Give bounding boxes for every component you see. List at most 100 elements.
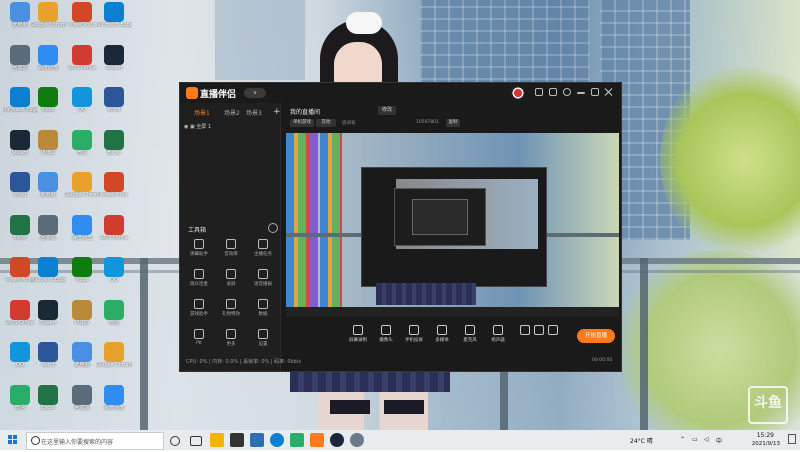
scene-source-row[interactable]: ◉ ▣ 全屏 1 <box>184 123 276 133</box>
source-tool-button[interactable]: 麦克风 <box>456 325 484 343</box>
tool-item[interactable]: PK <box>184 329 214 355</box>
eye-icon[interactable] <box>534 325 544 337</box>
settings-icon[interactable] <box>549 88 557 96</box>
desktop-icon[interactable]: Google Chrome <box>64 172 100 212</box>
weather-text[interactable]: 24°C 晴 <box>630 436 653 445</box>
desktop-icon[interactable]: PUBG <box>64 299 100 340</box>
ime-icon[interactable]: 中 <box>716 436 722 445</box>
desktop-icon[interactable]: QQ <box>64 87 100 127</box>
eye-icon <box>534 325 544 335</box>
edit-title-button[interactable]: 修改 <box>378 106 396 115</box>
version-badge[interactable]: v <box>244 88 266 98</box>
steam-icon[interactable] <box>330 433 344 447</box>
desktop-icon[interactable]: 此电脑 <box>64 342 100 382</box>
start-live-button[interactable]: 开始直播 <box>577 329 615 343</box>
message-icon[interactable] <box>535 88 543 96</box>
desktop-icon[interactable]: Excel <box>96 129 132 170</box>
tool-item[interactable]: 数据 <box>248 299 278 325</box>
minimize-icon[interactable] <box>577 92 585 94</box>
tray-chevron-icon[interactable]: ⌃ <box>680 436 685 443</box>
tab-scene-3[interactable]: 场景3 <box>246 108 262 117</box>
desktop-icon[interactable]: 微信 <box>64 129 100 170</box>
titlebar[interactable]: 直播伴侣 v <box>180 83 621 103</box>
stream-preview[interactable] <box>286 133 619 317</box>
tool-item[interactable]: 主播任务 <box>248 239 278 265</box>
add-scene-button[interactable]: + <box>273 107 281 117</box>
eye-icon[interactable]: ◉ <box>184 124 188 130</box>
desktop-icon[interactable]: Word <box>30 342 66 382</box>
desktop-icon[interactable]: PUBG <box>30 129 66 170</box>
clock-time[interactable]: 15:29 <box>757 432 774 439</box>
tool-item[interactable]: 观众连麦 <box>184 269 214 295</box>
close-icon[interactable] <box>605 88 613 96</box>
desktop-icon[interactable]: Microsoft Edge <box>96 2 132 42</box>
stream-title[interactable]: 我的直播间 <box>290 107 320 116</box>
desktop-icon[interactable]: Steam <box>96 44 132 85</box>
help-icon[interactable] <box>563 88 571 96</box>
task-view-icon[interactable] <box>190 436 202 446</box>
user-avatar[interactable] <box>511 86 525 100</box>
tab-scene-1[interactable]: 场景1 <box>194 108 210 117</box>
desktop-icon[interactable]: WPS Office <box>96 214 132 255</box>
tool-item[interactable]: 游戏助手 <box>184 299 214 325</box>
clock-date[interactable]: 2021/9/13 <box>752 441 780 447</box>
tool-item[interactable]: 弹幕助手 <box>184 239 214 265</box>
start-button[interactable] <box>0 430 26 450</box>
desktop-icon[interactable]: Microsoft Edge <box>30 257 66 297</box>
network-icon[interactable]: ▭ <box>692 436 698 443</box>
maximize-icon[interactable] <box>591 88 599 96</box>
app-icon[interactable] <box>350 433 364 447</box>
desktop-icon-label: 百度网盘 <box>71 234 92 241</box>
edge-icon[interactable] <box>270 433 284 447</box>
lock-icon[interactable]: ▣ <box>190 124 195 130</box>
desktop-icon[interactable]: PowerPoint <box>96 172 132 212</box>
source-tool-button[interactable]: 摄像头 <box>372 325 400 343</box>
desktop-icon[interactable]: 微信 <box>96 299 132 340</box>
tool-item[interactable]: 更多 <box>216 329 246 355</box>
tool-item[interactable]: 设置 <box>248 329 278 355</box>
desktop-icon[interactable]: Steam <box>30 299 66 340</box>
copy-room-id-button[interactable]: 复制 <box>446 119 460 127</box>
tool-item[interactable]: 语音播报 <box>248 269 278 295</box>
source-tool-button[interactable]: 多媒体 <box>428 325 456 343</box>
desktop-icon[interactable]: 百度网盘 <box>96 384 132 425</box>
tool-item[interactable]: 礼物特效 <box>216 299 246 325</box>
cortana-icon[interactable] <box>170 436 180 446</box>
desktop-icon[interactable]: 回收站 <box>30 214 66 255</box>
volume-icon[interactable]: ◁ <box>704 436 709 443</box>
live-app-icon[interactable] <box>310 433 324 447</box>
desktop-icon-label: WPS Office <box>68 64 96 71</box>
store-icon[interactable] <box>230 433 244 447</box>
desktop-icon[interactable]: Xbox <box>30 87 66 127</box>
source-tool-button[interactable]: 扬声器 <box>484 325 512 343</box>
tool-item[interactable]: 音效库 <box>216 239 246 265</box>
tab-scene-2[interactable]: 场景2 <box>224 108 240 117</box>
tool-item[interactable]: 录屏 <box>216 269 246 295</box>
desktop-icon[interactable]: 百度网盘 <box>30 44 66 85</box>
taskbar-search-box[interactable]: 在这里输入你要搜索的内容 <box>26 432 164 450</box>
desktop-icon[interactable]: 百度网盘 <box>64 214 100 255</box>
desktop-icon[interactable]: Xbox <box>64 257 100 297</box>
desktop-icon[interactable]: Excel <box>30 384 66 425</box>
file-explorer-icon[interactable] <box>210 433 224 447</box>
mail-icon[interactable] <box>250 433 264 447</box>
toolbox-settings-icon[interactable] <box>268 223 278 233</box>
source-tool-button[interactable]: 屏幕录制 <box>344 325 372 343</box>
desktop-icon[interactable]: Google Chrome <box>96 342 132 382</box>
desktop-icon[interactable]: 此电脑 <box>30 172 66 212</box>
settings-icon[interactable] <box>548 325 558 337</box>
video-icon[interactable] <box>520 325 530 337</box>
app-icon <box>104 257 124 277</box>
desktop-icon[interactable]: 回收站 <box>64 384 100 425</box>
wechat-icon[interactable] <box>290 433 304 447</box>
desktop-icon[interactable]: Word <box>96 87 132 127</box>
desktop-icon[interactable]: WPS Office <box>64 44 100 85</box>
desktop-icon[interactable]: PowerPoint <box>64 2 100 42</box>
source-tool-button[interactable]: 手机投屏 <box>400 325 428 343</box>
notification-icon[interactable] <box>788 434 796 444</box>
sub-category-tag[interactable]: 其他 <box>316 119 336 127</box>
category-tag[interactable]: 单机游戏 <box>290 119 314 127</box>
desktop-icon[interactable]: QQ <box>96 257 132 297</box>
tool-icon <box>258 299 268 309</box>
desktop-icon[interactable]: Google Chrome <box>30 2 66 42</box>
